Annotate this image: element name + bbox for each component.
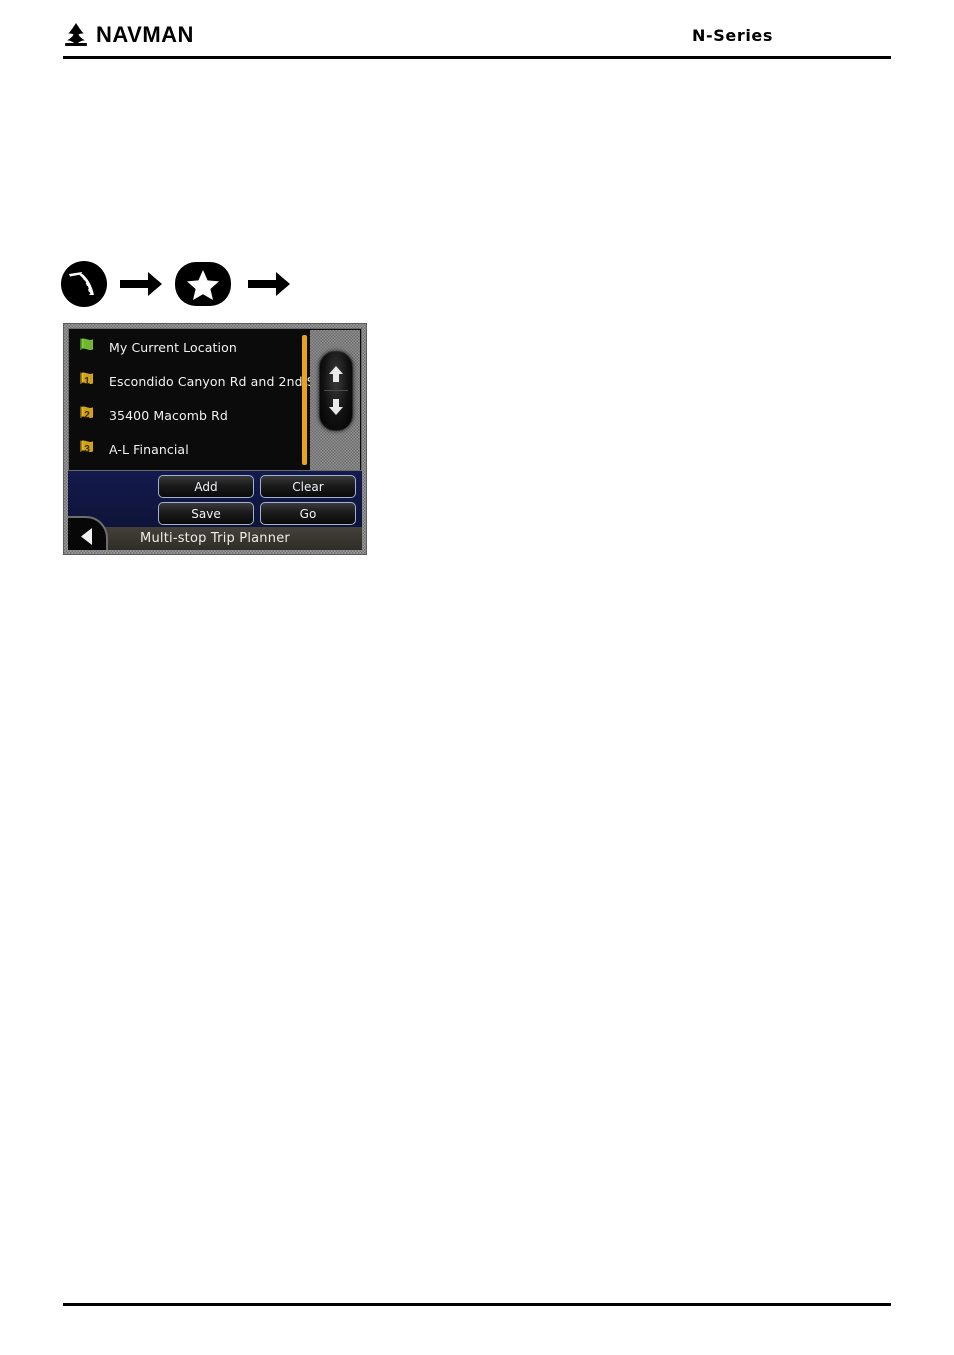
clear-button[interactable]: Clear: [260, 475, 356, 498]
flag-number: 1: [84, 375, 90, 387]
trip-stop-list-viewport[interactable]: My Current Location 1 Escondido Canyon R…: [70, 330, 316, 470]
flag-green-icon: [78, 336, 100, 358]
go-button[interactable]: Go: [260, 502, 356, 525]
screen-title-bar: Multi-stop Trip Planner: [68, 527, 362, 550]
trip-stop-list: My Current Location 1 Escondido Canyon R…: [68, 328, 362, 471]
list-item[interactable]: 2 35400 Macomb Rd: [70, 398, 316, 432]
add-button[interactable]: Add: [158, 475, 254, 498]
flag-numbered-icon: 3: [78, 438, 100, 460]
scroll-buttons[interactable]: [319, 351, 353, 431]
device-screen: My Current Location 1 Escondido Canyon R…: [68, 328, 362, 550]
flag-numbered-icon: 1: [78, 370, 100, 392]
arrow-up-icon[interactable]: [328, 365, 344, 383]
chevron-left-icon: [80, 528, 92, 545]
star-icon: [175, 262, 231, 306]
arrow-right-icon: [120, 272, 162, 296]
page-title: Multi-stop Trip Planner: [140, 531, 290, 546]
scrollbar-track[interactable]: [302, 335, 307, 465]
flag-numbered-icon: 2: [78, 404, 100, 426]
road-icon: [61, 261, 107, 307]
list-item-label: Escondido Canyon Rd and 2nd S: [109, 373, 315, 389]
series-label: N-Series: [692, 26, 773, 45]
flag-number: 3: [84, 443, 90, 455]
navman-logo-text: NAVMAN: [96, 22, 194, 47]
arrow-down-icon[interactable]: [328, 398, 344, 416]
header-divider: [63, 56, 891, 59]
list-item[interactable]: 3 A-L Financial: [70, 432, 316, 466]
navman-logo: NAVMAN: [63, 22, 194, 48]
gps-device-screenshot: My Current Location 1 Escondido Canyon R…: [63, 323, 367, 555]
list-item[interactable]: My Current Location: [70, 330, 316, 364]
flag-number: 2: [84, 409, 90, 421]
list-item-label: My Current Location: [109, 339, 237, 355]
button-panel: Add Clear Save Go: [68, 471, 362, 529]
scroll-button-pane: [310, 330, 360, 470]
save-button[interactable]: Save: [158, 502, 254, 525]
scrollbar-thumb[interactable]: [302, 335, 307, 465]
list-item-label: A-L Financial: [109, 441, 189, 457]
button-grid: Add Clear Save Go: [158, 475, 356, 525]
list-item-label: 35400 Macomb Rd: [109, 407, 228, 423]
scroll-button-divider: [324, 390, 348, 391]
footer-divider: [63, 1303, 891, 1306]
icon-breadcrumb-row: [60, 258, 302, 310]
list-item[interactable]: 1 Escondido Canyon Rd and 2nd S: [70, 364, 316, 398]
navman-logo-mark: [65, 23, 87, 46]
arrow-right-icon: [248, 272, 290, 296]
